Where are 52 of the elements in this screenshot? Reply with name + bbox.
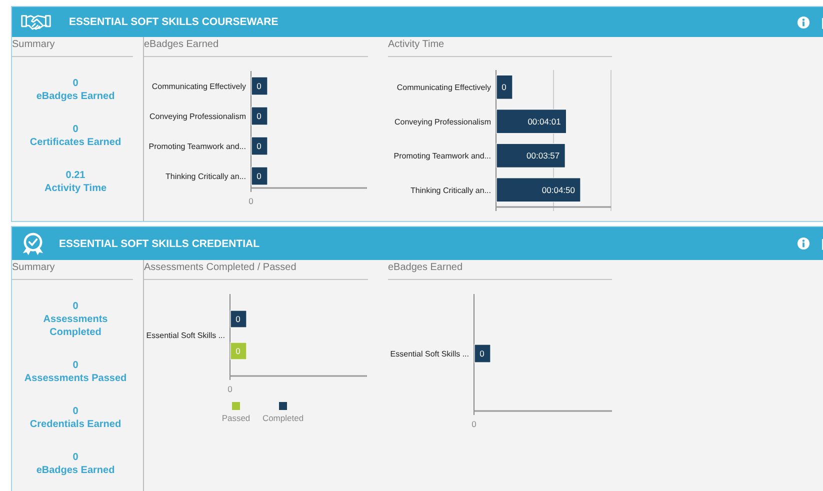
bar-value: 00:04:01 [528, 116, 561, 126]
stat-label: eBadges Earned [36, 464, 115, 477]
bar-value: 0 [502, 82, 506, 92]
stat-value: 0 [72, 405, 78, 418]
award-badge-icon [21, 232, 45, 256]
info-icon[interactable] [797, 16, 810, 28]
category-label: Conveying Professionalism [394, 117, 491, 126]
panel-title: ESSENTIAL SOFT SKILLS COURSEWARE [69, 16, 278, 28]
category-label: Thinking Critically an... [410, 186, 491, 195]
section-title: Summary [12, 260, 133, 280]
category-label: Conveying Professionalism [150, 112, 246, 121]
legend-label[interactable]: Passed [222, 413, 250, 423]
category-label: Communicating Effectively [396, 83, 491, 92]
stat-label: Activity Time [44, 182, 107, 195]
stat-value: 0 [72, 300, 78, 313]
section-title: Summary [12, 37, 133, 57]
chart-title: eBadges Earned [144, 37, 368, 57]
stat-value: 0 [72, 451, 78, 464]
stat-value: 0.21 [66, 169, 86, 182]
panel-title: ESSENTIAL SOFT SKILLS CREDENTIAL [59, 238, 260, 250]
bar-value: 00:03:57 [526, 150, 560, 161]
chart-title: Activity Time [388, 37, 612, 57]
bar-value: 0 [236, 314, 240, 324]
bar-value: 0 [256, 141, 262, 151]
category-label: Essential Soft Skills ... [390, 350, 469, 358]
chart-title: Assessments Completed / Passed [144, 260, 368, 280]
axis-label: 0 [472, 419, 476, 429]
stat-value: 0 [72, 359, 78, 372]
bar-value: 00:04:50 [542, 184, 575, 195]
stat-label: Assessments Completed [42, 313, 109, 339]
category-label: Communicating Effectively [152, 82, 246, 91]
bar-value: 0 [256, 171, 262, 181]
category-label: Thinking Critically an... [166, 172, 246, 181]
bar-value: 0 [236, 346, 240, 356]
bar-value: 0 [256, 81, 262, 91]
category-label: Promoting Teamwork and... [394, 152, 491, 161]
legend-label[interactable]: Completed [262, 413, 304, 423]
info-icon[interactable] [797, 237, 810, 250]
stat-value: 0 [72, 77, 78, 90]
category-label: Promoting Teamwork and... [148, 142, 246, 151]
stat-value: 0 [72, 123, 78, 136]
stat-label: Certificates Earned [30, 136, 122, 149]
category-label: Essential Soft Skills ... [146, 331, 225, 340]
axis-label: 0 [228, 384, 232, 394]
bar-value: 0 [480, 348, 484, 358]
bar-value: 0 [256, 111, 262, 121]
stat-label: eBadges Earned [36, 90, 115, 103]
stat-label: Credentials Earned [30, 418, 122, 431]
chart-title: eBadges Earned [388, 260, 612, 280]
axis-label: 0 [248, 196, 254, 206]
handshake-icon [21, 13, 51, 31]
stat-label: Assessments Passed [24, 372, 127, 385]
